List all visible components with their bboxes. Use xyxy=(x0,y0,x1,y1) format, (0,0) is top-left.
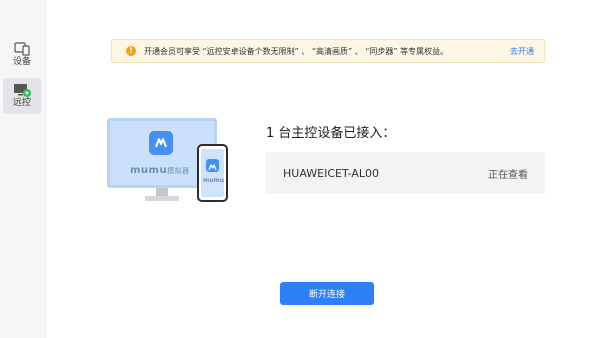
mumu-logo-icon xyxy=(206,159,219,172)
remote-control-icon xyxy=(13,82,31,97)
disconnect-button[interactable]: 断开连接 xyxy=(280,282,374,305)
sidebar-item-label: 远控 xyxy=(12,98,31,108)
device-status: 正在查看 xyxy=(488,169,528,181)
connection-illustration: mumu模拟器 mumu xyxy=(107,118,237,210)
membership-notice: ! 开通会员可享受 “远控安卓设备个数无限制” 、 “高清画质” 、 “同步器”… xyxy=(111,39,545,63)
sidebar-item-label: 设备 xyxy=(12,57,31,67)
sidebar: 设备 远控 xyxy=(0,0,47,338)
phone-brand: mumu xyxy=(203,177,225,184)
device-row[interactable]: HUAWEICET-AL00 正在查看 xyxy=(266,152,545,194)
connected-count-title: 1 台主控设备已接入： xyxy=(266,126,396,141)
brand-logo: mumu模拟器 xyxy=(130,165,190,176)
open-membership-link[interactable]: 去开通 xyxy=(510,46,534,57)
main-panel: ! 开通会员可享受 “远控安卓设备个数无限制” 、 “高清画质” 、 “同步器”… xyxy=(47,0,600,338)
mumu-logo-icon xyxy=(149,131,173,155)
notice-text: 开通会员可享受 “远控安卓设备个数无限制” 、 “高清画质” 、 “同步器” 等… xyxy=(144,46,449,56)
sidebar-item-remote[interactable]: 远控 xyxy=(3,78,41,114)
phone-graphic: mumu xyxy=(197,144,228,202)
monitor-base xyxy=(145,196,179,201)
monitor-stand xyxy=(156,188,168,196)
device-name: HUAWEICET-AL00 xyxy=(283,166,380,180)
warning-icon: ! xyxy=(126,46,136,56)
devices-icon xyxy=(13,41,31,56)
sidebar-item-devices[interactable]: 设备 xyxy=(3,37,41,73)
